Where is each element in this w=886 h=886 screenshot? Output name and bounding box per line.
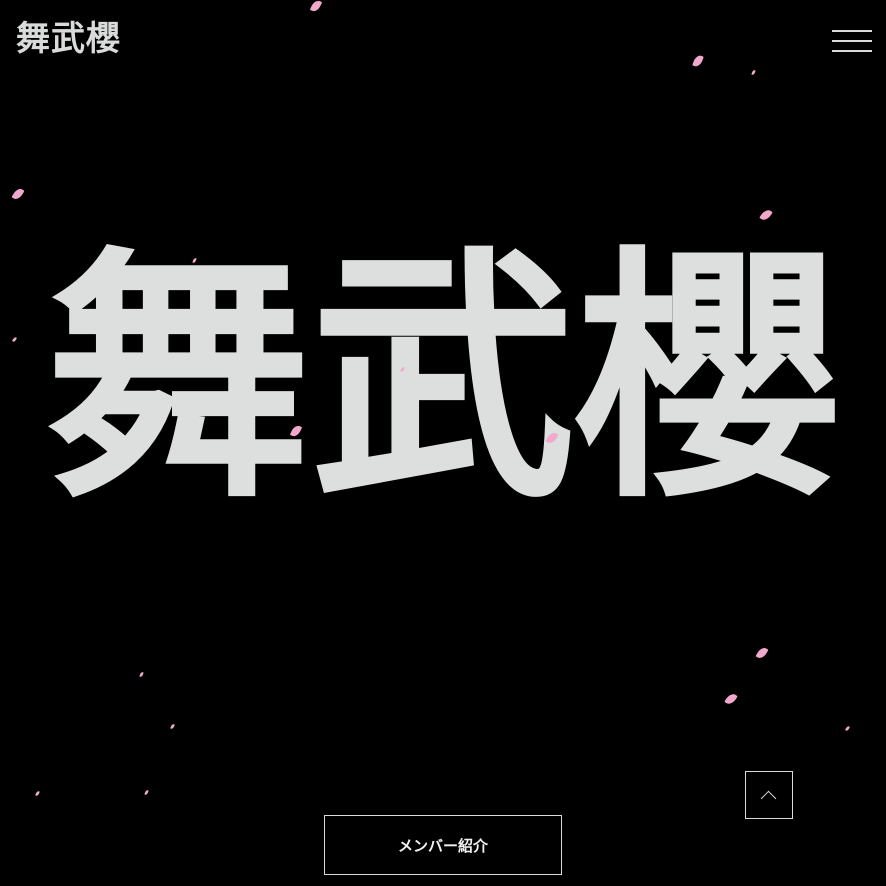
member-introduction-button[interactable]: メンバー紹介 [324, 815, 562, 875]
sakura-petal-icon [692, 53, 704, 69]
menu-button[interactable] [832, 30, 872, 52]
scroll-to-top-button[interactable] [745, 771, 793, 819]
sakura-petal-icon [759, 207, 773, 223]
sakura-petal-icon [11, 186, 25, 202]
site-logo[interactable]: 舞武櫻 [16, 22, 121, 56]
chevron-up-icon [760, 790, 777, 807]
sakura-petal-icon [309, 0, 323, 14]
sakura-petal-icon [35, 790, 40, 797]
sakura-petal-icon [144, 789, 149, 796]
menu-line [832, 40, 872, 42]
sakura-petal-icon [751, 69, 756, 76]
hero-title: 舞武櫻 [45, 223, 841, 534]
sakura-petal-icon [170, 723, 175, 730]
sakura-petal-icon [845, 725, 850, 732]
sakura-petal-icon [755, 645, 769, 661]
page: 舞武櫻 舞武櫻 メンバー紹介 [0, 0, 886, 886]
sakura-petal-icon [724, 691, 738, 707]
menu-line [832, 30, 872, 32]
menu-line [832, 50, 872, 52]
sakura-petal-icon [139, 671, 144, 678]
